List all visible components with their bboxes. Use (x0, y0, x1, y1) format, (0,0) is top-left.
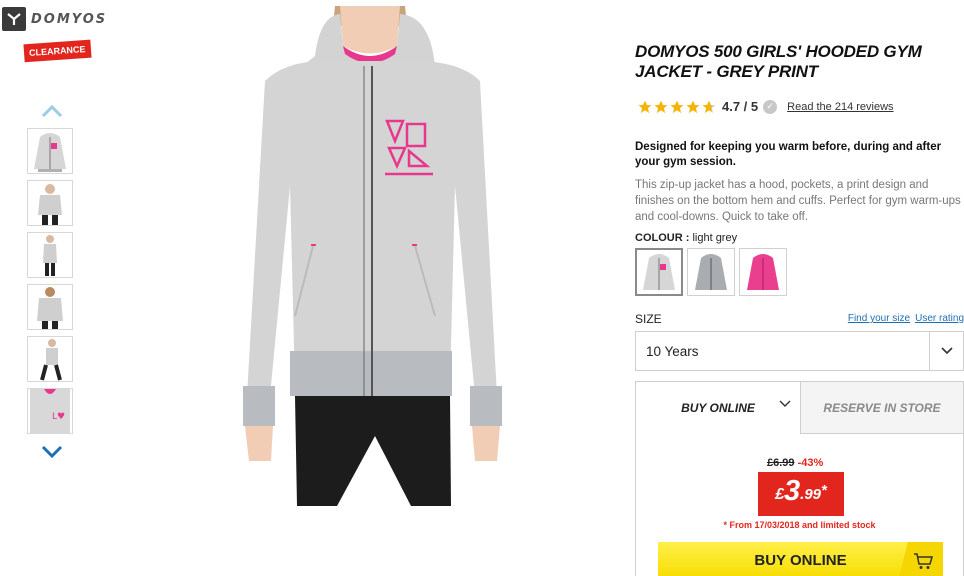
reviews-link[interactable]: Read the 214 reviews (787, 101, 893, 113)
price-note: * From 17/03/2018 and limited stock (723, 520, 876, 530)
tab-buy-online[interactable]: BUY ONLINE (636, 382, 800, 434)
tab-reserve-in-store-label: RESERVE IN STORE (823, 400, 941, 415)
colour-label: COLOUR : light grey (635, 232, 737, 244)
product-main-image[interactable] (225, 6, 520, 506)
tab-reserve-in-store[interactable]: RESERVE IN STORE (800, 382, 963, 434)
jacket-thumb-icon (34, 133, 66, 172)
old-price: £6.99 (767, 457, 795, 469)
find-your-size-link[interactable]: Find your size (848, 313, 910, 324)
swatch-grey[interactable] (687, 248, 735, 296)
cart-icon (914, 553, 933, 569)
chevron-down-icon[interactable] (929, 332, 963, 370)
price-integer: 3 (784, 475, 801, 507)
rating-stars (638, 100, 716, 114)
current-price: £ 3 .99 * (758, 472, 844, 516)
colour-label-value: light grey (692, 232, 738, 244)
chevron-down-icon[interactable] (41, 445, 63, 459)
description-text: This zip-up jacket has a hood, pockets, … (635, 179, 961, 223)
brand-name: DOMYOS (31, 11, 108, 27)
size-selected-value: 10 Years (646, 343, 699, 359)
price-decimal: .99 (800, 486, 822, 503)
purchase-box: BUY ONLINE RESERVE IN STORE £6.99 -43% £… (635, 381, 964, 576)
purchase-tabs: BUY ONLINE RESERVE IN STORE (636, 382, 963, 434)
thumbnail-2[interactable] (27, 180, 73, 226)
size-label: SIZE (635, 312, 662, 326)
thumbnail-6[interactable]: L♥ (27, 388, 73, 434)
tab-buy-online-label: BUY ONLINE (681, 401, 755, 415)
thumbnail-3[interactable] (27, 232, 73, 278)
half-star-icon (702, 100, 716, 113)
colour-label-key: COLOUR : (635, 232, 690, 244)
star-icon (670, 100, 684, 113)
jacket-rear-thumb-icon (37, 287, 63, 329)
info-icon[interactable]: ✓ (763, 99, 778, 114)
description-headline: Designed for keeping you warm before, du… (635, 141, 942, 168)
star-icon (654, 100, 668, 113)
star-icon (686, 100, 700, 113)
jacket-light-grey-icon (643, 254, 675, 290)
clearance-badge: CLEARANCE (23, 39, 92, 63)
discount-percent: -43% (797, 457, 824, 469)
thumbnail-4[interactable] (27, 284, 73, 330)
swatch-pink[interactable] (739, 248, 787, 296)
price-asterisk: * (821, 482, 827, 499)
jacket-action-thumb-icon (40, 339, 62, 381)
jacket-grey-icon (695, 254, 727, 290)
rating-value: 4.7 / 5 (722, 99, 759, 114)
user-rating-link[interactable]: User rating (915, 313, 964, 324)
jacket-detail-thumb-icon: L♥ (30, 389, 70, 433)
thumbnail-1[interactable] (27, 128, 73, 174)
product-title: DOMYOS 500 GIRLS' HOODED GYM JACKET - GR… (635, 42, 922, 81)
colour-swatches (635, 248, 787, 296)
jacket-pink-icon (747, 254, 779, 290)
jacket-back-thumb-icon (38, 184, 62, 225)
size-links: Find your size User rating (848, 313, 964, 324)
girl-hooded-jacket-illustration (243, 6, 502, 506)
jacket-side-thumb-icon (43, 235, 57, 276)
chevron-up-icon[interactable] (41, 104, 63, 118)
thumbnail-list: L♥ (27, 128, 75, 434)
old-price-row: £6.99 -43% (767, 457, 823, 469)
chevron-down-icon (779, 400, 791, 407)
brand-mark-icon (2, 7, 26, 31)
price-currency: £ (775, 486, 785, 503)
brand-logo[interactable]: DOMYOS (2, 7, 107, 31)
size-select[interactable]: 10 Years (635, 331, 964, 371)
thumbnail-5[interactable] (27, 336, 73, 382)
svg-text:L♥: L♥ (52, 412, 65, 422)
swatch-light-grey[interactable] (635, 248, 683, 296)
rating-row: 4.7 / 5 ✓ Read the 214 reviews (638, 99, 894, 114)
buy-online-button[interactable]: BUY ONLINE (658, 542, 943, 576)
star-icon (638, 100, 652, 113)
buy-online-button-label: BUY ONLINE (754, 551, 847, 569)
